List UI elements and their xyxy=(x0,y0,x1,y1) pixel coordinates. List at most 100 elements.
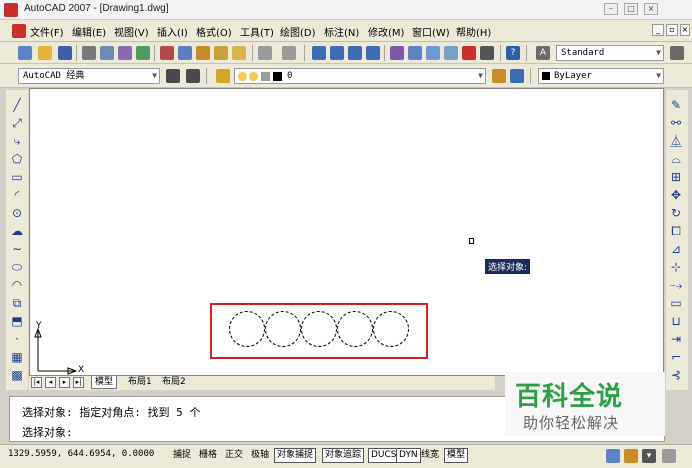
prev-tab-button[interactable]: ◂ xyxy=(45,377,56,388)
save-icon[interactable] xyxy=(58,46,72,60)
cut-icon[interactable] xyxy=(160,46,174,60)
rectangle-icon[interactable]: ▭ xyxy=(10,170,24,184)
properties-icon[interactable] xyxy=(390,46,404,60)
construction-line-icon[interactable]: ⤢ xyxy=(10,116,24,130)
explode-icon[interactable]: ⊰ xyxy=(669,368,683,382)
markup-icon[interactable] xyxy=(462,46,476,60)
status-menu-icon[interactable]: ▾ xyxy=(642,449,656,463)
mirror-icon[interactable]: ⏅ xyxy=(669,134,683,148)
ducs-toggle[interactable]: DUCS xyxy=(368,448,400,463)
doc-restore-button[interactable]: ▫ xyxy=(666,24,678,36)
menu-draw[interactable]: 绘图(D) xyxy=(280,24,316,39)
chamfer-icon[interactable]: ⇥ xyxy=(669,332,683,346)
menu-help[interactable]: 帮助(H) xyxy=(456,24,491,39)
revision-cloud-icon[interactable]: ☁ xyxy=(10,224,24,238)
last-tab-button[interactable]: ▸| xyxy=(73,377,84,388)
gradient-icon[interactable]: ▩ xyxy=(10,368,24,382)
tool-palettes-icon[interactable] xyxy=(426,46,440,60)
make-block-icon[interactable]: ⬒ xyxy=(10,314,24,328)
model-toggle[interactable]: 模型 xyxy=(444,448,469,463)
copy-object-icon[interactable]: ⚯ xyxy=(669,116,683,130)
circle-icon[interactable]: ⊙ xyxy=(10,206,24,220)
array-icon[interactable]: ⊞ xyxy=(669,170,683,184)
open-icon[interactable] xyxy=(38,46,52,60)
ortho-toggle[interactable]: 正交 xyxy=(222,448,246,463)
minimize-button[interactable]: – xyxy=(604,3,618,15)
next-tab-button[interactable]: ▸ xyxy=(59,377,70,388)
menu-tools[interactable]: 工具(T) xyxy=(240,24,274,39)
first-tab-button[interactable]: |◂ xyxy=(31,377,42,388)
erase-icon[interactable]: ✎ xyxy=(669,98,683,112)
menu-format[interactable]: 格式(O) xyxy=(196,24,232,39)
zoom-window-icon[interactable] xyxy=(348,46,362,60)
quickcalc-icon[interactable] xyxy=(480,46,494,60)
layer-manager-icon[interactable] xyxy=(216,69,230,83)
osnap-toggle[interactable]: 对象捕捉 xyxy=(274,448,317,463)
doc-minimize-button[interactable]: _ xyxy=(652,24,664,36)
arc-icon[interactable]: ◜ xyxy=(10,188,24,202)
offset-icon[interactable]: ⌓ xyxy=(669,152,683,166)
tab-model[interactable]: 模型 xyxy=(91,376,118,389)
color-combo[interactable]: ByLayer ▼ xyxy=(538,68,664,84)
block-editor-icon[interactable] xyxy=(232,46,246,60)
rotate-icon[interactable]: ↻ xyxy=(669,206,683,220)
ellipse-arc-icon[interactable]: ◠ xyxy=(10,278,24,292)
menu-dimension[interactable]: 标注(N) xyxy=(324,24,359,39)
scale-icon[interactable]: ⧠ xyxy=(669,224,683,238)
menu-edit[interactable]: 编辑(E) xyxy=(72,24,106,39)
text-style-icon[interactable]: A xyxy=(536,46,550,60)
zoom-previous-icon[interactable] xyxy=(366,46,380,60)
move-icon[interactable]: ✥ xyxy=(669,188,683,202)
dyn-toggle[interactable]: DYN xyxy=(396,448,421,463)
line-icon[interactable]: ╱ xyxy=(10,98,24,112)
tab-layout2[interactable]: 布局2 xyxy=(159,376,189,389)
fillet-icon[interactable]: ⌐ xyxy=(669,350,683,364)
communication-center-icon[interactable] xyxy=(606,449,620,463)
break-icon[interactable]: ▭ xyxy=(669,296,683,310)
layer-previous-icon[interactable] xyxy=(510,69,524,83)
insert-block-icon[interactable]: ⧉ xyxy=(10,296,24,310)
workspace-settings-icon[interactable] xyxy=(166,69,180,83)
trim-icon[interactable]: ⊹ xyxy=(669,260,683,274)
pan-icon[interactable] xyxy=(312,46,326,60)
text-style-combo[interactable]: Standard ▼ xyxy=(556,45,664,61)
hatch-icon[interactable]: ▦ xyxy=(10,350,24,364)
layer-combo[interactable]: 0 ▼ xyxy=(234,68,486,84)
menu-modify[interactable]: 修改(M) xyxy=(368,24,404,39)
publish-icon[interactable] xyxy=(118,46,132,60)
clean-screen-icon[interactable] xyxy=(662,449,676,463)
redo-icon[interactable] xyxy=(282,46,296,60)
polyline-icon[interactable]: ⤷ xyxy=(10,134,24,148)
paste-icon[interactable] xyxy=(196,46,210,60)
polygon-icon[interactable]: ⬠ xyxy=(10,152,24,166)
copy-icon[interactable] xyxy=(178,46,192,60)
dimension-style-icon[interactable] xyxy=(670,46,684,60)
otrack-toggle[interactable]: 对象追踪 xyxy=(322,448,365,463)
menu-view[interactable]: 视图(V) xyxy=(114,24,149,39)
zoom-realtime-icon[interactable] xyxy=(330,46,344,60)
close-button[interactable]: × xyxy=(644,3,658,15)
menu-file[interactable]: 文件(F) xyxy=(30,24,64,39)
menu-window[interactable]: 窗口(W) xyxy=(412,24,450,39)
join-icon[interactable]: ⊔ xyxy=(669,314,683,328)
undo-icon[interactable] xyxy=(258,46,272,60)
toolbar-lock-icon[interactable] xyxy=(624,449,638,463)
preview-icon[interactable] xyxy=(100,46,114,60)
spline-icon[interactable]: ∼ xyxy=(10,242,24,256)
drawing-canvas[interactable]: Y X 选择对象: xyxy=(29,88,664,376)
stretch-icon[interactable]: ⊿ xyxy=(669,242,683,256)
new-icon[interactable] xyxy=(18,46,32,60)
snap-toggle[interactable]: 捕捉 xyxy=(170,448,194,463)
ellipse-icon[interactable]: ⬭ xyxy=(10,260,24,274)
3d-dwf-icon[interactable] xyxy=(136,46,150,60)
workspace-save-icon[interactable] xyxy=(186,69,200,83)
grid-toggle[interactable]: 栅格 xyxy=(196,448,220,463)
print-icon[interactable] xyxy=(82,46,96,60)
lineweight-toggle[interactable]: 线宽 xyxy=(418,448,442,463)
doc-close-button[interactable]: × xyxy=(680,24,690,36)
sheet-set-icon[interactable] xyxy=(444,46,458,60)
maximize-button[interactable]: □ xyxy=(624,3,638,15)
help-icon[interactable]: ? xyxy=(506,46,520,60)
menu-insert[interactable]: 插入(I) xyxy=(157,24,188,39)
workspace-combo[interactable]: AutoCAD 经典 ▼ xyxy=(18,68,160,84)
